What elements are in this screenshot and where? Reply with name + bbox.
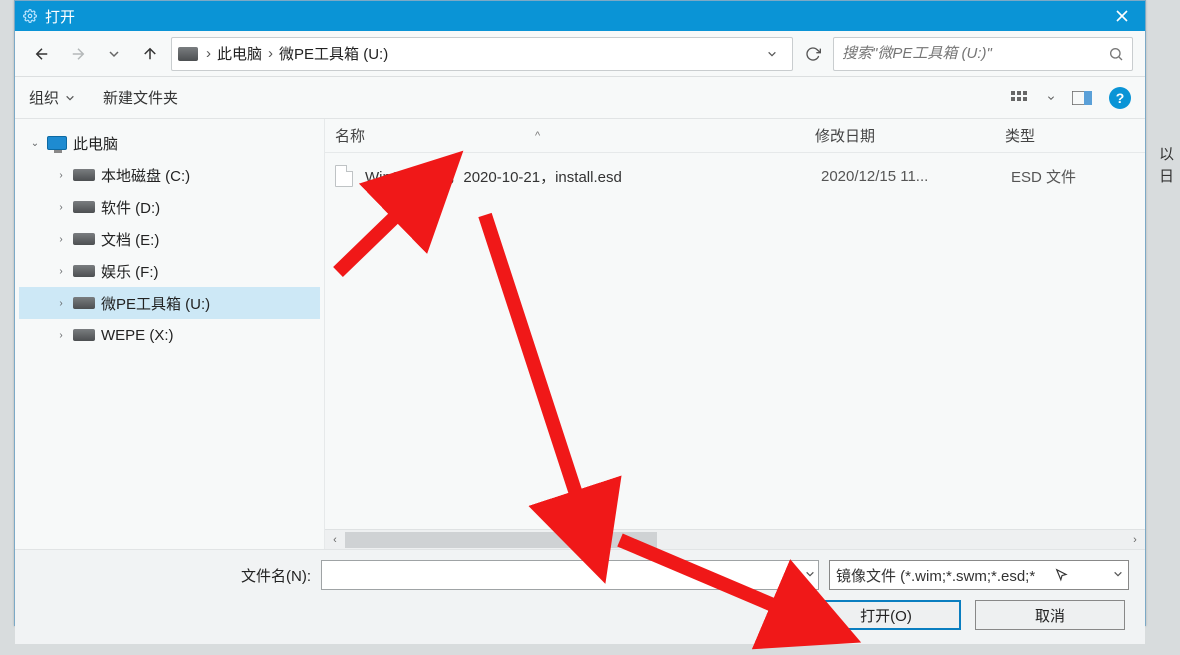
navbar: › 此电脑 › 微PE工具箱 (U:) xyxy=(15,31,1145,77)
column-type[interactable]: 类型 xyxy=(1005,125,1145,146)
tree-drive-f[interactable]: › 娱乐 (F:) xyxy=(19,255,320,287)
nav-up-button[interactable] xyxy=(135,39,165,69)
drive-icon xyxy=(178,47,198,61)
column-headers[interactable]: 名称 ^ 修改日期 类型 xyxy=(325,119,1145,153)
filename-input[interactable] xyxy=(321,560,819,590)
view-options-button[interactable] xyxy=(1007,85,1033,111)
scroll-track[interactable] xyxy=(345,532,1125,548)
file-type-filter[interactable] xyxy=(829,560,1129,590)
search-icon xyxy=(1108,46,1124,62)
cancel-button[interactable]: 取消 xyxy=(975,600,1125,630)
drive-icon xyxy=(73,329,95,341)
column-name[interactable]: 名称 xyxy=(335,125,365,146)
filter-input[interactable] xyxy=(829,560,1129,590)
window-title: 打开 xyxy=(45,6,1099,27)
open-button[interactable]: 打开(O) xyxy=(811,600,961,630)
chevron-down-icon[interactable]: ⌄ xyxy=(29,137,41,149)
sort-ascending-icon: ^ xyxy=(535,130,540,142)
breadcrumb-root[interactable]: 此电脑 xyxy=(217,43,262,64)
filename-label: 文件名(N): xyxy=(241,565,311,586)
chevron-right-icon[interactable]: › xyxy=(55,169,67,181)
close-button[interactable] xyxy=(1099,1,1145,31)
tree-root-pc[interactable]: ⌄ 此电脑 xyxy=(19,127,320,159)
chevron-right-icon[interactable]: › xyxy=(55,329,67,341)
tree-drive-label: 娱乐 (F:) xyxy=(101,261,159,282)
tree-root-label: 此电脑 xyxy=(73,133,118,154)
column-date[interactable]: 修改日期 xyxy=(815,125,1005,146)
tree-drive-d[interactable]: › 软件 (D:) xyxy=(19,191,320,223)
address-bar[interactable]: › 此电脑 › 微PE工具箱 (U:) xyxy=(171,37,793,71)
chevron-down-icon[interactable] xyxy=(1047,94,1055,102)
chevron-right-icon[interactable]: › xyxy=(55,297,67,309)
drive-icon xyxy=(73,297,95,309)
new-folder-button[interactable]: 新建文件夹 xyxy=(103,87,178,108)
tree-drive-u[interactable]: › 微PE工具箱 (U:) xyxy=(19,287,320,319)
dialog-body: ⌄ 此电脑 › 本地磁盘 (C:) › 软件 (D:) › 文档 (E:) › xyxy=(15,119,1145,549)
file-type: ESD 文件 xyxy=(1011,166,1145,187)
file-icon xyxy=(335,165,353,187)
scroll-right-icon[interactable]: › xyxy=(1125,534,1145,546)
chevron-right-icon: › xyxy=(268,45,273,62)
breadcrumb-current[interactable]: 微PE工具箱 (U:) xyxy=(279,43,388,64)
tree-drive-label: 软件 (D:) xyxy=(101,197,160,218)
command-bar: 组织 新建文件夹 ? xyxy=(15,77,1145,119)
nav-back-button[interactable] xyxy=(27,39,57,69)
tree-drive-e[interactable]: › 文档 (E:) xyxy=(19,223,320,255)
nav-forward-button[interactable] xyxy=(63,39,93,69)
address-dropdown-button[interactable] xyxy=(758,49,786,59)
preview-pane-button[interactable] xyxy=(1069,85,1095,111)
titlebar: 打开 xyxy=(15,1,1145,31)
cancel-button-label: 取消 xyxy=(1035,605,1065,626)
search-box[interactable] xyxy=(833,37,1133,71)
file-list: 名称 ^ 修改日期 类型 Win10-20H2，2020-10-21，insta… xyxy=(325,119,1145,549)
tree-drive-c[interactable]: › 本地磁盘 (C:) xyxy=(19,159,320,191)
drive-icon xyxy=(73,233,95,245)
tree-drive-label: 微PE工具箱 (U:) xyxy=(101,293,210,314)
nav-recent-button[interactable] xyxy=(99,39,129,69)
settings-gear-icon xyxy=(23,9,37,23)
file-rows[interactable]: Win10-20H2，2020-10-21，install.esd 2020/1… xyxy=(325,153,1145,529)
dialog-footer: 文件名(N): 打开(O) 取消 xyxy=(15,549,1145,644)
new-folder-label: 新建文件夹 xyxy=(103,87,178,108)
chevron-right-icon[interactable]: › xyxy=(55,265,67,277)
organize-menu[interactable]: 组织 xyxy=(29,87,75,108)
file-date: 2020/12/15 11... xyxy=(821,168,1011,185)
tree-drive-label: WEPE (X:) xyxy=(101,327,174,344)
filename-combo[interactable] xyxy=(321,560,819,590)
drive-icon xyxy=(73,201,95,213)
search-input[interactable] xyxy=(842,45,1108,62)
file-name: Win10-20H2，2020-10-21，install.esd xyxy=(365,166,821,187)
chevron-down-icon xyxy=(65,93,75,103)
folder-tree[interactable]: ⌄ 此电脑 › 本地磁盘 (C:) › 软件 (D:) › 文档 (E:) › xyxy=(15,119,325,549)
tree-drive-label: 本地磁盘 (C:) xyxy=(101,165,190,186)
scroll-left-icon[interactable]: ‹ xyxy=(325,534,345,546)
help-button[interactable]: ? xyxy=(1109,87,1131,109)
scroll-thumb[interactable] xyxy=(345,532,657,548)
chevron-right-icon: › xyxy=(206,45,211,62)
open-button-label: 打开(O) xyxy=(860,605,912,626)
tree-drive-label: 文档 (E:) xyxy=(101,229,159,250)
file-row[interactable]: Win10-20H2，2020-10-21，install.esd 2020/1… xyxy=(325,159,1145,193)
horizontal-scrollbar[interactable]: ‹ › xyxy=(325,529,1145,549)
computer-icon xyxy=(47,136,67,150)
drive-icon xyxy=(73,169,95,181)
tree-drive-x[interactable]: › WEPE (X:) xyxy=(19,319,320,351)
open-dialog-window: 打开 › 此电脑 › 微PE工具箱 (U:) xyxy=(14,0,1146,626)
organize-label: 组织 xyxy=(29,87,59,108)
refresh-button[interactable] xyxy=(799,37,827,71)
chevron-right-icon[interactable]: › xyxy=(55,201,67,213)
clipped-background-text: 以日 xyxy=(1159,144,1174,188)
cursor-icon xyxy=(1055,568,1069,582)
chevron-right-icon[interactable]: › xyxy=(55,233,67,245)
drive-icon xyxy=(73,265,95,277)
